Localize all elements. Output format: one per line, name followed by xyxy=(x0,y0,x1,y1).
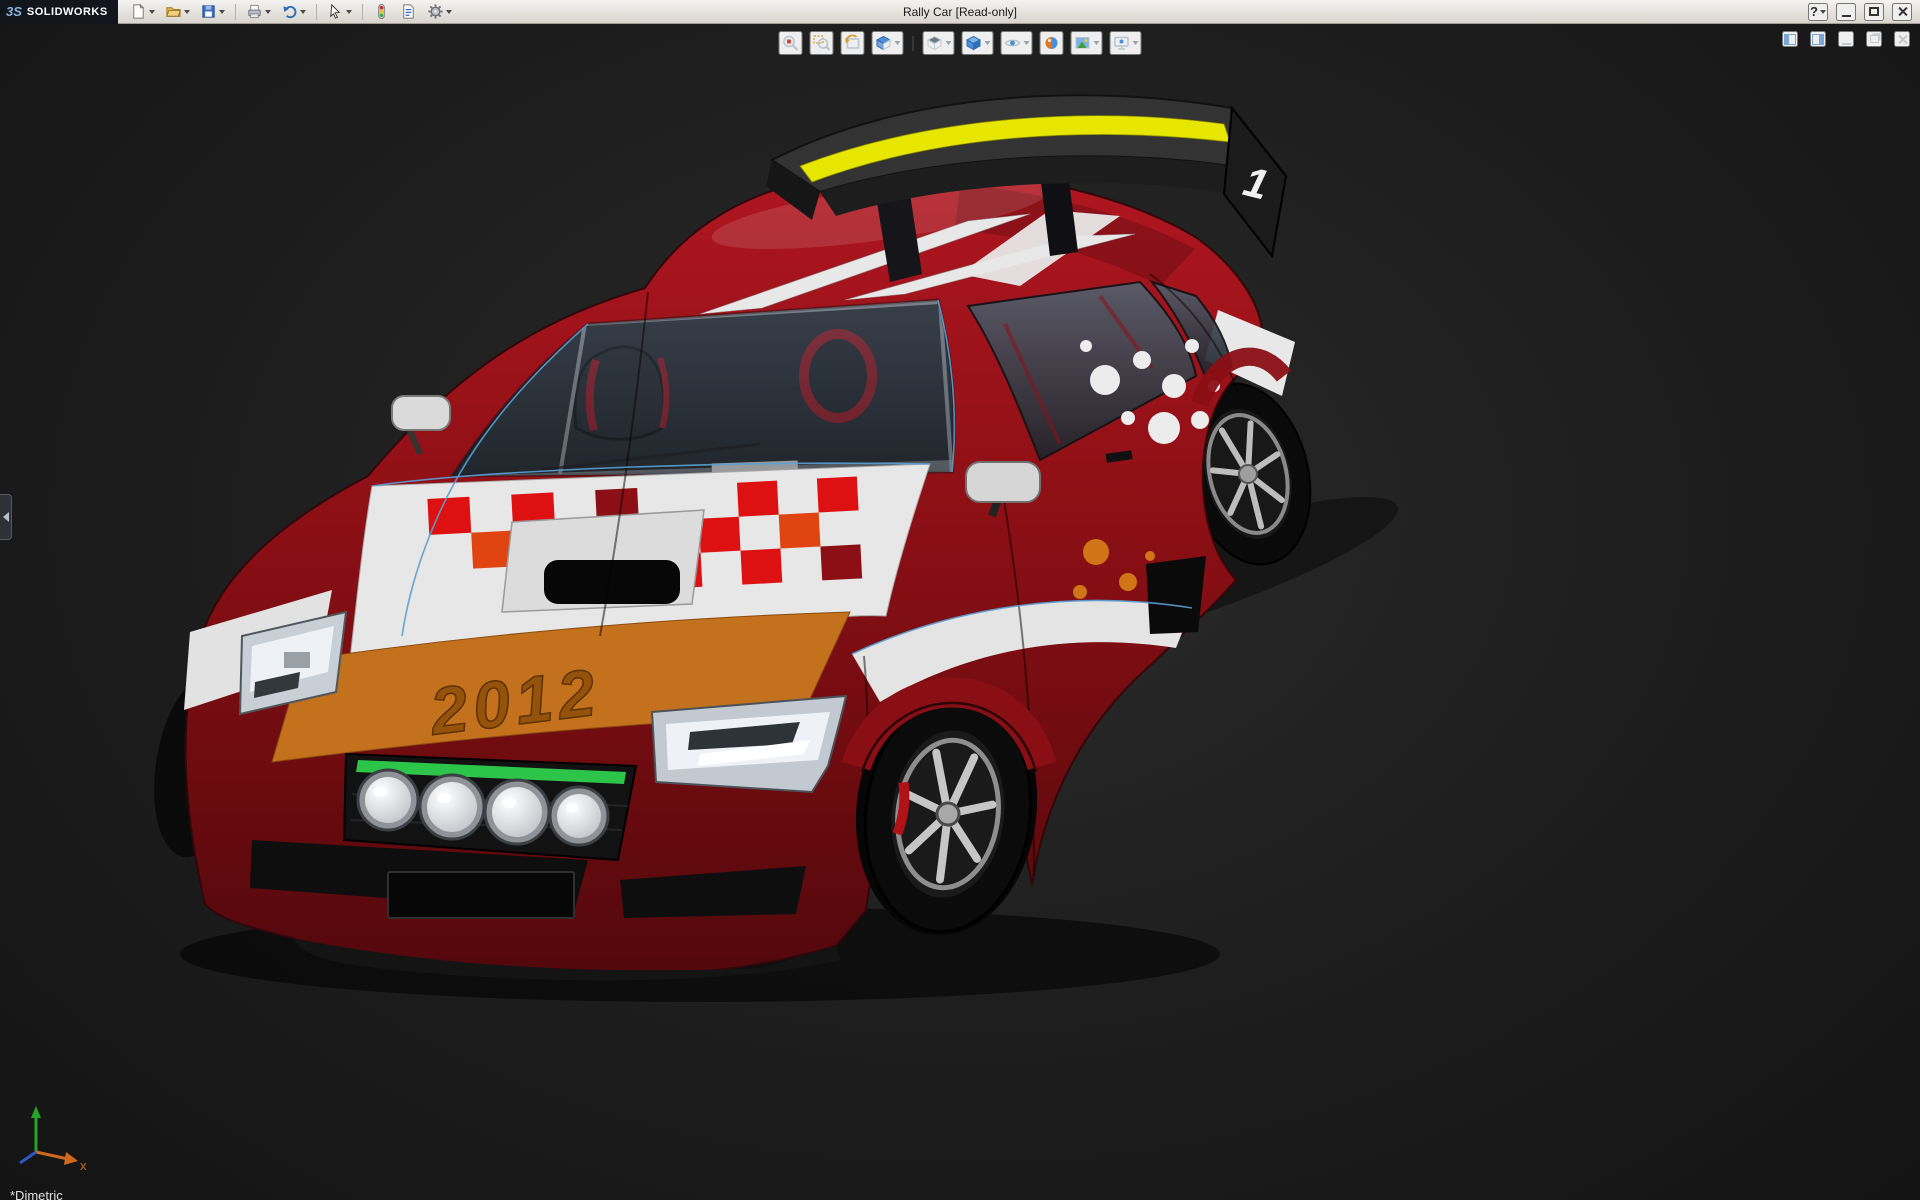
zoom-to-area-icon xyxy=(813,35,831,51)
solidworks-logo: 3S SOLIDWORKS xyxy=(0,0,118,24)
right-headlight[interactable] xyxy=(650,694,848,794)
window-controls: ? xyxy=(1808,2,1920,21)
brand-name: SOLIDWORKS xyxy=(26,5,108,18)
solidworks-window: 3S SOLIDWORKS Rally Car [Read-only] ? 20… xyxy=(0,0,1920,1200)
dropdown-caret-icon xyxy=(299,9,306,14)
car-model[interactable]: 2012 1 xyxy=(142,94,1411,1002)
show-display-pane-button[interactable] xyxy=(1810,31,1826,47)
new-document-button[interactable] xyxy=(126,2,159,22)
dropdown-caret-icon xyxy=(1093,41,1100,45)
file-properties-button[interactable] xyxy=(396,2,421,22)
apply-scene-icon xyxy=(1075,37,1090,49)
license-plate xyxy=(387,871,575,919)
close-icon xyxy=(1897,34,1908,45)
dropdown-caret-icon xyxy=(345,9,352,14)
view-orientation-button[interactable] xyxy=(922,31,955,55)
document-window-controls xyxy=(1782,31,1910,47)
title-bar: 3S SOLIDWORKS Rally Car [Read-only] ? xyxy=(0,0,1920,24)
restore-icon xyxy=(1869,35,1879,43)
window-title: Rally Car [Read-only] xyxy=(902,5,1018,19)
view-settings-button[interactable] xyxy=(1109,31,1142,55)
display-style-button[interactable] xyxy=(961,31,994,55)
collapse-arrow-icon xyxy=(2,512,9,522)
dropdown-caret-icon xyxy=(264,9,271,14)
previous-view-button[interactable] xyxy=(840,31,865,55)
heads-up-view-toolbar xyxy=(773,29,1148,57)
options-button[interactable] xyxy=(423,2,456,22)
undo-button[interactable] xyxy=(277,2,310,22)
save-button[interactable] xyxy=(196,2,229,22)
edit-appearance-button[interactable] xyxy=(1039,31,1064,55)
dropdown-caret-icon xyxy=(945,41,952,45)
select-button[interactable] xyxy=(323,2,356,22)
display-style-icon xyxy=(965,35,982,51)
options-gear-icon xyxy=(428,4,443,19)
section-view-button[interactable] xyxy=(871,31,904,55)
graphics-viewport[interactable]: 2012 1 x *Dimetric xyxy=(0,24,1920,1200)
minimize-icon xyxy=(1841,14,1851,17)
hood-scoop[interactable] xyxy=(501,509,705,613)
dropdown-caret-icon xyxy=(183,9,190,14)
feature-panel-collapse-tab[interactable] xyxy=(0,494,12,540)
save-icon xyxy=(202,5,215,18)
maximize-button[interactable] xyxy=(1864,2,1884,21)
toolbar-separator xyxy=(361,3,363,20)
open-button[interactable] xyxy=(161,2,194,22)
hide-show-items-button[interactable] xyxy=(1000,31,1033,55)
view-orientation-label: *Dimetric xyxy=(10,1188,63,1200)
close-icon xyxy=(1897,6,1908,17)
dropdown-caret-icon xyxy=(1819,9,1826,14)
undo-arrow-icon xyxy=(283,5,297,19)
toolbar-separator xyxy=(912,35,914,51)
dropdown-caret-icon xyxy=(1132,41,1139,45)
pane-right-icon xyxy=(1812,33,1824,45)
zoom-to-area-button[interactable] xyxy=(809,31,834,55)
x-axis-label: x xyxy=(80,1158,87,1173)
hide-show-eye-icon xyxy=(1004,39,1021,47)
help-button[interactable]: ? xyxy=(1808,2,1828,21)
dropdown-caret-icon xyxy=(894,41,901,45)
print-icon xyxy=(248,4,261,19)
section-view-icon xyxy=(875,35,892,51)
help-icon: ? xyxy=(1810,4,1818,19)
rebuild-button[interactable] xyxy=(369,2,394,22)
dropdown-caret-icon xyxy=(1023,41,1030,45)
document-restore-button[interactable] xyxy=(1866,31,1882,47)
zoom-to-fit-icon xyxy=(783,35,799,51)
x-axis xyxy=(35,1150,69,1161)
close-button[interactable] xyxy=(1892,2,1912,21)
previous-view-icon xyxy=(845,34,860,49)
3ds-logo-icon: 3S xyxy=(6,4,22,19)
toolbar-separator xyxy=(315,3,317,20)
dropdown-caret-icon xyxy=(148,9,155,14)
document-close-button[interactable] xyxy=(1894,31,1910,47)
print-button[interactable] xyxy=(242,2,275,22)
rally-car-3d-view[interactable]: 2012 1 xyxy=(0,24,1920,1200)
open-folder-icon xyxy=(165,7,181,17)
minimize-icon xyxy=(1841,42,1851,45)
file-properties-icon xyxy=(402,4,414,19)
dropdown-caret-icon xyxy=(218,9,225,14)
document-minimize-button[interactable] xyxy=(1838,31,1854,47)
pane-left-icon xyxy=(1784,33,1796,45)
edit-appearance-ball-icon xyxy=(1045,37,1058,49)
brake-duct xyxy=(1146,556,1206,634)
dropdown-caret-icon xyxy=(984,41,991,45)
apply-scene-button[interactable] xyxy=(1070,31,1103,55)
zoom-to-fit-button[interactable] xyxy=(778,31,803,55)
view-orientation-cube-icon xyxy=(926,35,943,51)
rebuild-traffic-light-icon xyxy=(377,3,385,20)
standard-toolbar xyxy=(126,2,456,22)
maximize-icon xyxy=(1869,7,1879,16)
toolbar-separator xyxy=(234,3,236,20)
select-cursor-icon xyxy=(329,3,340,19)
minimize-button[interactable] xyxy=(1836,2,1856,21)
z-axis xyxy=(19,1150,37,1165)
reference-triad: x xyxy=(19,1106,87,1173)
show-feature-pane-button[interactable] xyxy=(1782,31,1798,47)
new-document-icon xyxy=(132,3,145,19)
view-settings-icon xyxy=(1114,36,1129,50)
dropdown-caret-icon xyxy=(445,9,452,14)
